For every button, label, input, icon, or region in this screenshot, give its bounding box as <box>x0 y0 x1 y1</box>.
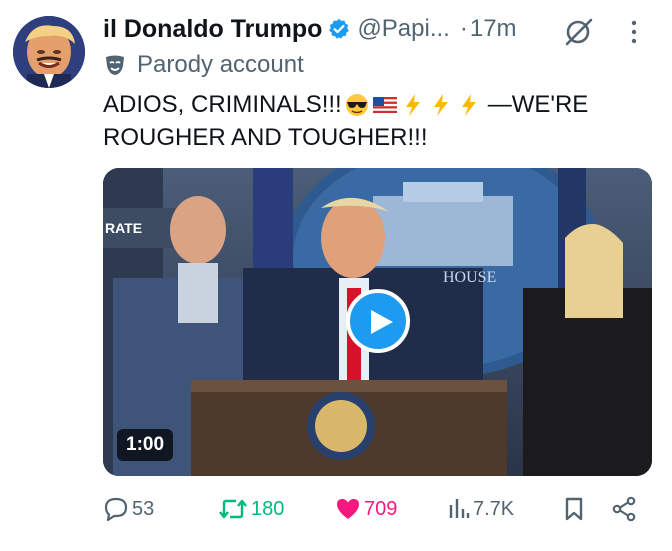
share-button[interactable] <box>611 492 637 526</box>
us-flag-emoji-icon <box>372 96 397 113</box>
display-name[interactable]: il Donaldo Trumpo <box>103 15 322 44</box>
tweet-text-line1-start: ADIOS, CRIMINALS!!! <box>103 91 342 118</box>
tweet-text: ADIOS, CRIMINALS!!! —WE'RE ROUGHER AND T… <box>103 88 663 154</box>
verified-badge-icon[interactable] <box>328 18 350 40</box>
heart-icon <box>337 499 359 519</box>
reply-button[interactable]: 53 <box>103 492 154 526</box>
backdrop-sign-left: RATE <box>105 220 142 236</box>
separator-dot: · <box>459 15 468 42</box>
tweet-text-line1-end: —WE'RE <box>487 91 589 118</box>
sunglasses-emoji-icon <box>345 93 368 116</box>
tweet-header: il Donaldo Trumpo @Papi... · 17m <box>103 12 517 46</box>
repost-button[interactable]: 180 <box>218 492 284 526</box>
view-count: 7.7K <box>473 497 515 520</box>
repost-icon <box>219 499 247 519</box>
action-bar: 53 180 709 7.7K <box>103 492 652 526</box>
like-button[interactable]: 709 <box>335 492 397 526</box>
repost-count: 180 <box>251 497 285 520</box>
avatar-image <box>13 16 85 88</box>
backdrop-sign-right: HOUSE <box>443 269 496 286</box>
parody-label-row: Parody account <box>103 49 304 81</box>
share-icon <box>612 496 636 522</box>
lightning-emoji-icon <box>405 93 420 116</box>
handle[interactable]: @Papi... <box>357 15 449 43</box>
play-icon <box>371 310 393 334</box>
parody-mask-icon <box>106 55 124 75</box>
video-duration-badge: 1:00 <box>117 429 174 461</box>
timestamp[interactable]: 17m <box>470 15 517 43</box>
video-player[interactable]: RATE HOUSE 1:00 <box>103 168 652 476</box>
like-count: 709 <box>364 497 398 520</box>
grok-icon[interactable] <box>564 17 594 47</box>
tweet[interactable]: il Donaldo Trumpo @Papi... · 17m Parody … <box>0 0 672 551</box>
lightning-emoji-icon <box>461 93 476 116</box>
avatar[interactable] <box>13 16 85 88</box>
reply-icon <box>104 497 128 522</box>
lightning-emoji-icon <box>433 93 448 116</box>
bookmark-button[interactable] <box>563 492 585 526</box>
reply-count: 53 <box>132 497 155 520</box>
views-button[interactable]: 7.7K <box>448 492 514 526</box>
bookmark-icon <box>565 497 583 521</box>
views-icon <box>449 499 470 518</box>
parody-account-label: Parody account <box>137 51 304 78</box>
play-button[interactable] <box>346 289 410 353</box>
tweet-text-line2: ROUGHER AND TOUGHER!!! <box>103 124 428 151</box>
more-options-icon[interactable] <box>628 19 640 45</box>
